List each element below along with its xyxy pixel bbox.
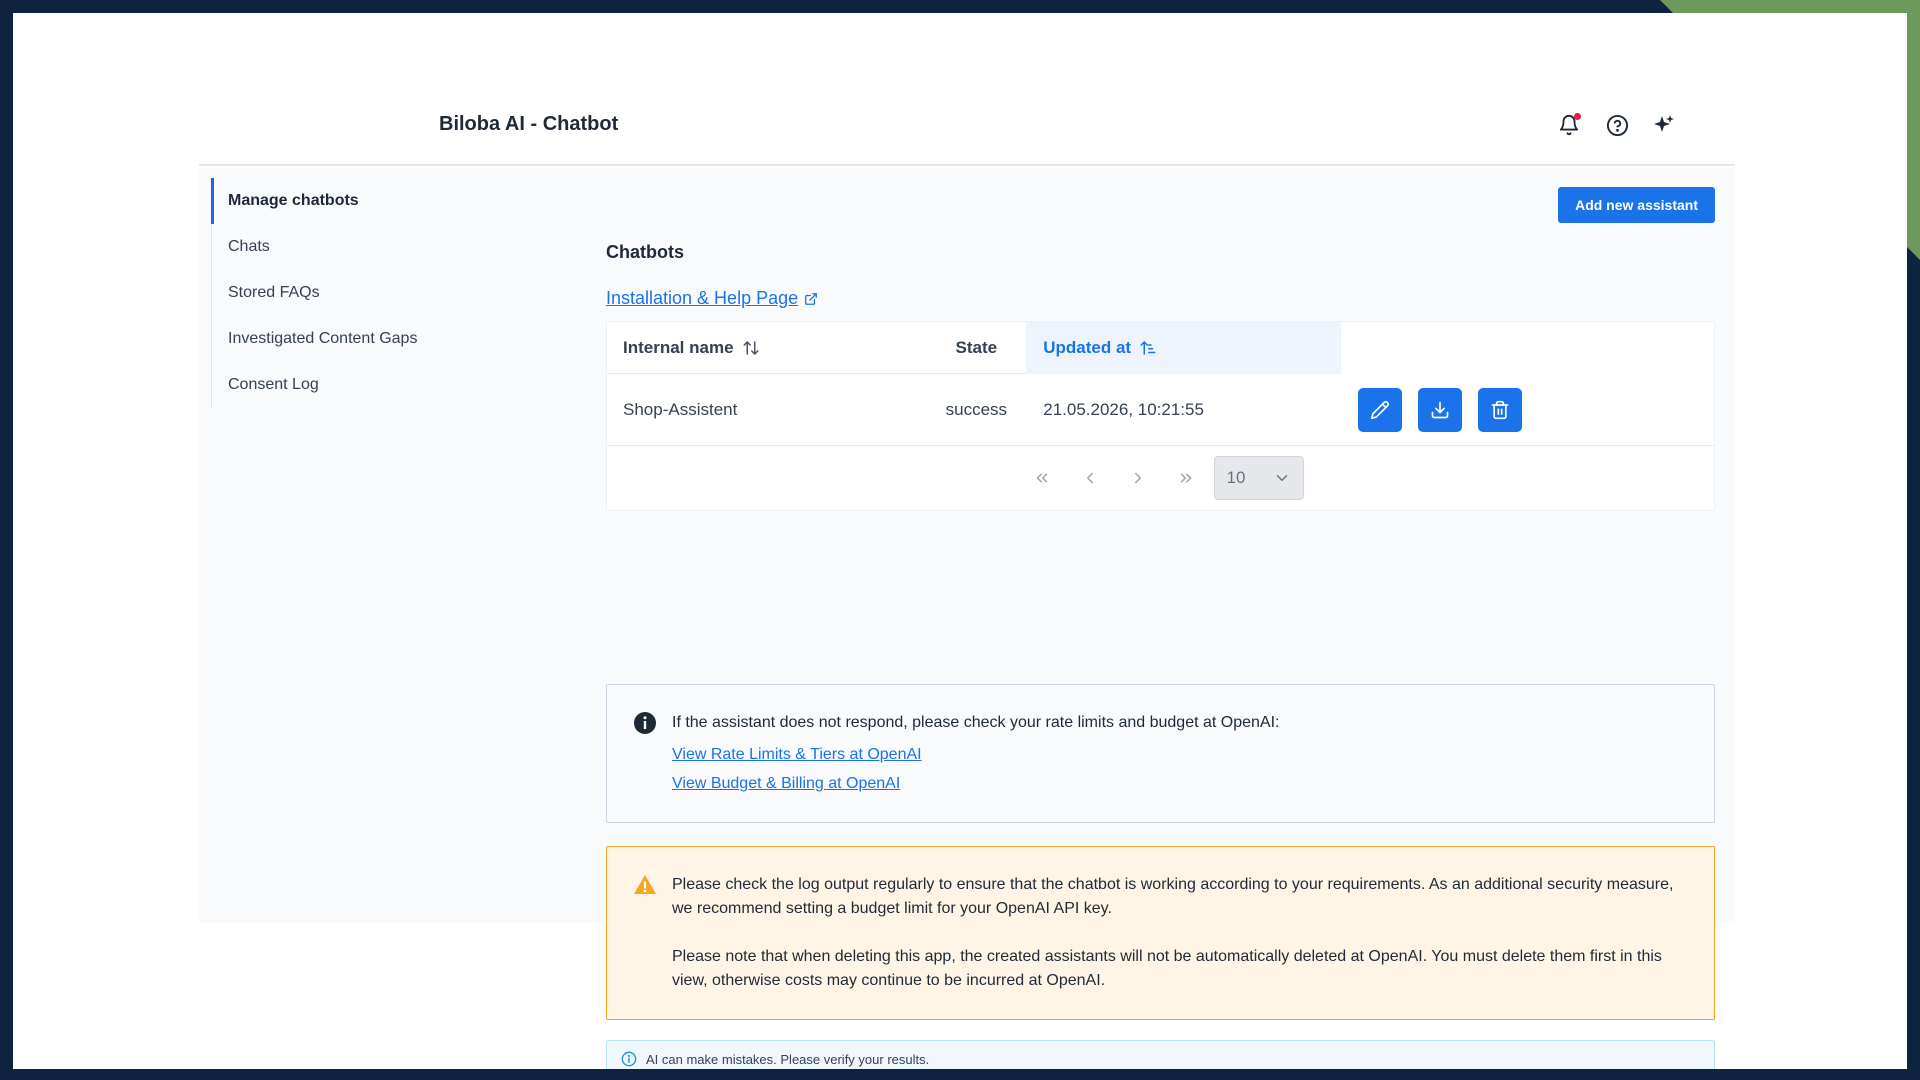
chevron-left-icon	[1086, 472, 1093, 484]
rate-limits-link[interactable]: View Rate Limits & Tiers at OpenAI	[672, 746, 922, 764]
sidebar-item-chats[interactable]: Chats	[212, 224, 571, 270]
browser-viewport: Biloba AI - Chatbot Manage chatbots Chat…	[13, 13, 1907, 1069]
column-header-actions	[1340, 321, 1714, 374]
download-button[interactable]	[1417, 387, 1462, 432]
sort-icon	[742, 339, 760, 357]
row-updated-at: 21.05.2026, 10:21:55	[1043, 399, 1204, 419]
info-text: If the assistant does not respond, pleas…	[672, 714, 1280, 731]
pagination: 10	[607, 446, 1714, 510]
top-bar: Biloba AI - Chatbot	[199, 13, 1735, 166]
sidebar-item-consent-log[interactable]: Consent Log	[212, 362, 571, 408]
ai-disclaimer-note: AI can make mistakes. Please verify your…	[606, 1040, 1715, 1069]
warning-box: Please check the log output regularly to…	[606, 846, 1715, 1020]
help-link-label: Installation & Help Page	[606, 288, 799, 308]
last-page-button[interactable]	[1162, 456, 1210, 500]
table-row: Shop-Assistent success 21.05.2026, 10:21…	[607, 374, 1714, 446]
sparkles-icon[interactable]	[1650, 111, 1678, 139]
app-title: Biloba AI - Chatbot	[439, 113, 619, 135]
billing-link[interactable]: View Budget & Billing at OpenAI	[672, 775, 900, 793]
chevrons-right-icon	[1180, 473, 1191, 483]
bell-icon[interactable]	[1555, 111, 1583, 139]
next-page-button[interactable]	[1114, 456, 1162, 500]
info-icon	[633, 711, 657, 740]
ai-disclaimer-text: AI can make mistakes. Please verify your…	[646, 1051, 930, 1067]
rate-limit-info-box: If the assistant does not respond, pleas…	[606, 684, 1715, 823]
edit-button[interactable]	[1357, 387, 1402, 432]
column-header-internal-name[interactable]: Internal name	[607, 322, 926, 374]
chatbots-table: Internal name State Updated at Shop-Assi…	[606, 321, 1715, 511]
first-page-button[interactable]	[1018, 456, 1066, 500]
sidebar-item-content-gaps[interactable]: Investigated Content Gaps	[212, 316, 571, 362]
column-header-updated-at[interactable]: Updated at	[1026, 321, 1341, 374]
download-icon	[1431, 401, 1449, 418]
chevrons-left-icon	[1036, 473, 1047, 483]
row-actions	[1341, 387, 1714, 432]
warning-paragraph-1: Please check the log output regularly to…	[672, 876, 1674, 917]
installation-help-link[interactable]: Installation & Help Page	[606, 288, 818, 309]
column-header-state[interactable]: State	[926, 322, 1026, 374]
row-internal-name: Shop-Assistent	[623, 399, 738, 419]
sidebar-item-manage-chatbots[interactable]: Manage chatbots	[211, 178, 571, 224]
sort-ascending-icon	[1139, 339, 1157, 357]
sidebar: Manage chatbots Chats Stored FAQs Invest…	[211, 178, 571, 408]
section-title: Chatbots	[606, 242, 684, 262]
delete-button[interactable]	[1477, 387, 1522, 432]
sidebar-item-stored-faqs[interactable]: Stored FAQs	[212, 270, 571, 316]
add-new-assistant-button[interactable]: Add new assistant	[1558, 187, 1715, 223]
edit-icon	[1370, 400, 1389, 419]
chevron-down-icon	[1276, 475, 1287, 481]
trash-icon	[1491, 400, 1509, 419]
warning-paragraph-2: Please note that when deleting this app,…	[672, 948, 1662, 989]
column-header-label: Internal name	[623, 337, 734, 357]
help-circle-icon[interactable]	[1603, 111, 1631, 139]
column-header-label: Updated at	[1043, 337, 1132, 357]
content-area: Manage chatbots Chats Stored FAQs Invest…	[199, 168, 1735, 1069]
page-size-select[interactable]: 10	[1213, 456, 1304, 500]
row-state: success	[945, 399, 1008, 419]
warning-icon	[633, 873, 657, 902]
app-container: Biloba AI - Chatbot Manage chatbots Chat…	[199, 13, 1735, 1069]
page-size-value: 10	[1226, 468, 1246, 487]
external-link-icon	[805, 292, 818, 305]
chevron-right-icon	[1134, 472, 1141, 484]
previous-page-button[interactable]	[1066, 456, 1114, 500]
info-outline-icon	[621, 1051, 637, 1067]
notification-dot	[1574, 113, 1581, 120]
table-header: Internal name State Updated at	[607, 321, 1714, 374]
